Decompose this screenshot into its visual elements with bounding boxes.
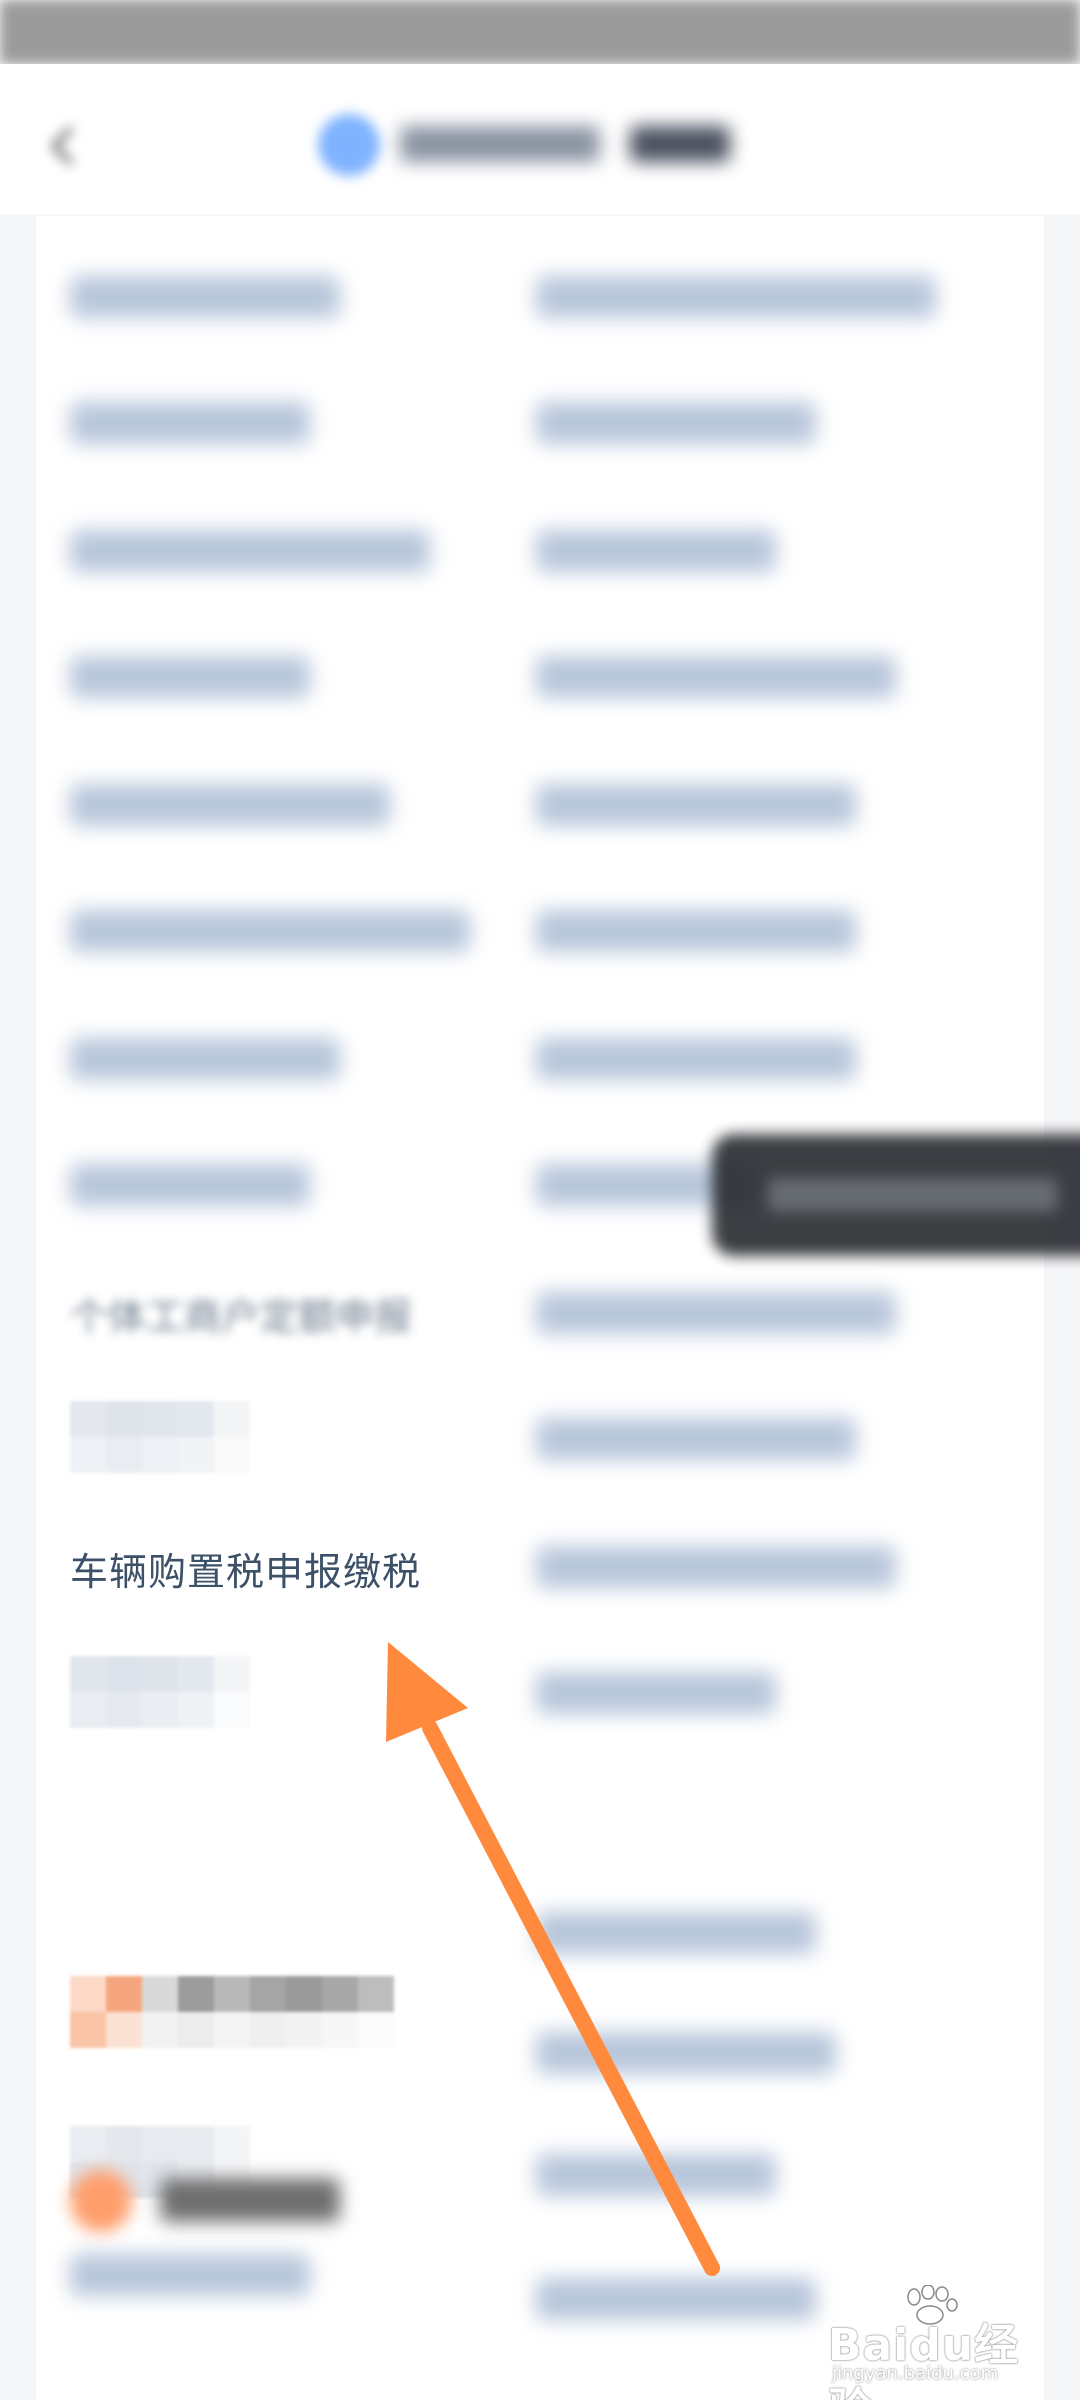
- list-item-blurred[interactable]: [536, 1418, 856, 1460]
- list-item-blurred[interactable]: [70, 1038, 340, 1080]
- list-item-blurred[interactable]: [70, 276, 340, 318]
- baidu-watermark: Baidu经验 jingyan.baidu.com: [822, 2285, 1062, 2400]
- pixelated-item: [70, 1656, 250, 1728]
- list-item-blurred[interactable]: [536, 1546, 896, 1588]
- app-screen: 个体工商户定额申报 车辆购置税申报缴税 Baidu经 jingyan.baidu…: [0, 0, 1080, 2400]
- list-item-blurred[interactable]: [536, 2154, 776, 2196]
- list-item-blurred[interactable]: [70, 2254, 310, 2296]
- section-orange-icon: [70, 2170, 132, 2232]
- list-item-blurred[interactable]: [536, 2278, 816, 2320]
- list-item-blurred[interactable]: [536, 1292, 896, 1334]
- list-item-blurred[interactable]: [536, 910, 856, 952]
- list-item-blurred[interactable]: [536, 784, 856, 826]
- chevron-left-icon[interactable]: [40, 122, 88, 170]
- app-header: [0, 64, 1080, 214]
- list-item-blurred[interactable]: [70, 656, 310, 698]
- pixelated-item: [70, 1976, 394, 2048]
- status-bar: [0, 0, 1080, 64]
- watermark-brand: Baidu经验: [828, 2320, 1020, 2400]
- pixelated-item: [70, 1401, 250, 1473]
- app-logo-icon: [318, 114, 380, 176]
- list-item-vehicle-purchase-tax[interactable]: 车辆购置税申报缴税: [70, 1541, 421, 1596]
- list-item-blurred[interactable]: [536, 530, 776, 572]
- list-item-blurred[interactable]: [536, 1038, 856, 1080]
- list-item-blurred[interactable]: [70, 1164, 310, 1206]
- header-title-blurred: [400, 120, 730, 170]
- list-item-blurred[interactable]: [536, 1912, 816, 1954]
- list-item-blurred[interactable]: [70, 530, 430, 572]
- list-item-blurred[interactable]: [70, 402, 310, 444]
- list-item-blurred[interactable]: [536, 276, 936, 318]
- toast-overlay: [712, 1134, 1080, 1256]
- list-item-blurred[interactable]: [70, 910, 470, 952]
- service-list-card: 个体工商户定额申报 车辆购置税申报缴税: [36, 216, 1044, 2400]
- section-label-blurred: [160, 2178, 340, 2222]
- watermark-url: jingyan.baidu.com: [832, 2363, 999, 2384]
- list-item-blurred[interactable]: [536, 2032, 836, 2074]
- list-item-blurred[interactable]: [536, 656, 896, 698]
- list-item-blurred[interactable]: [70, 784, 390, 826]
- list-item-blurred[interactable]: [536, 402, 816, 444]
- list-item-partial[interactable]: 个体工商户定额申报: [70, 1286, 412, 1341]
- list-item-blurred[interactable]: [536, 1672, 776, 1714]
